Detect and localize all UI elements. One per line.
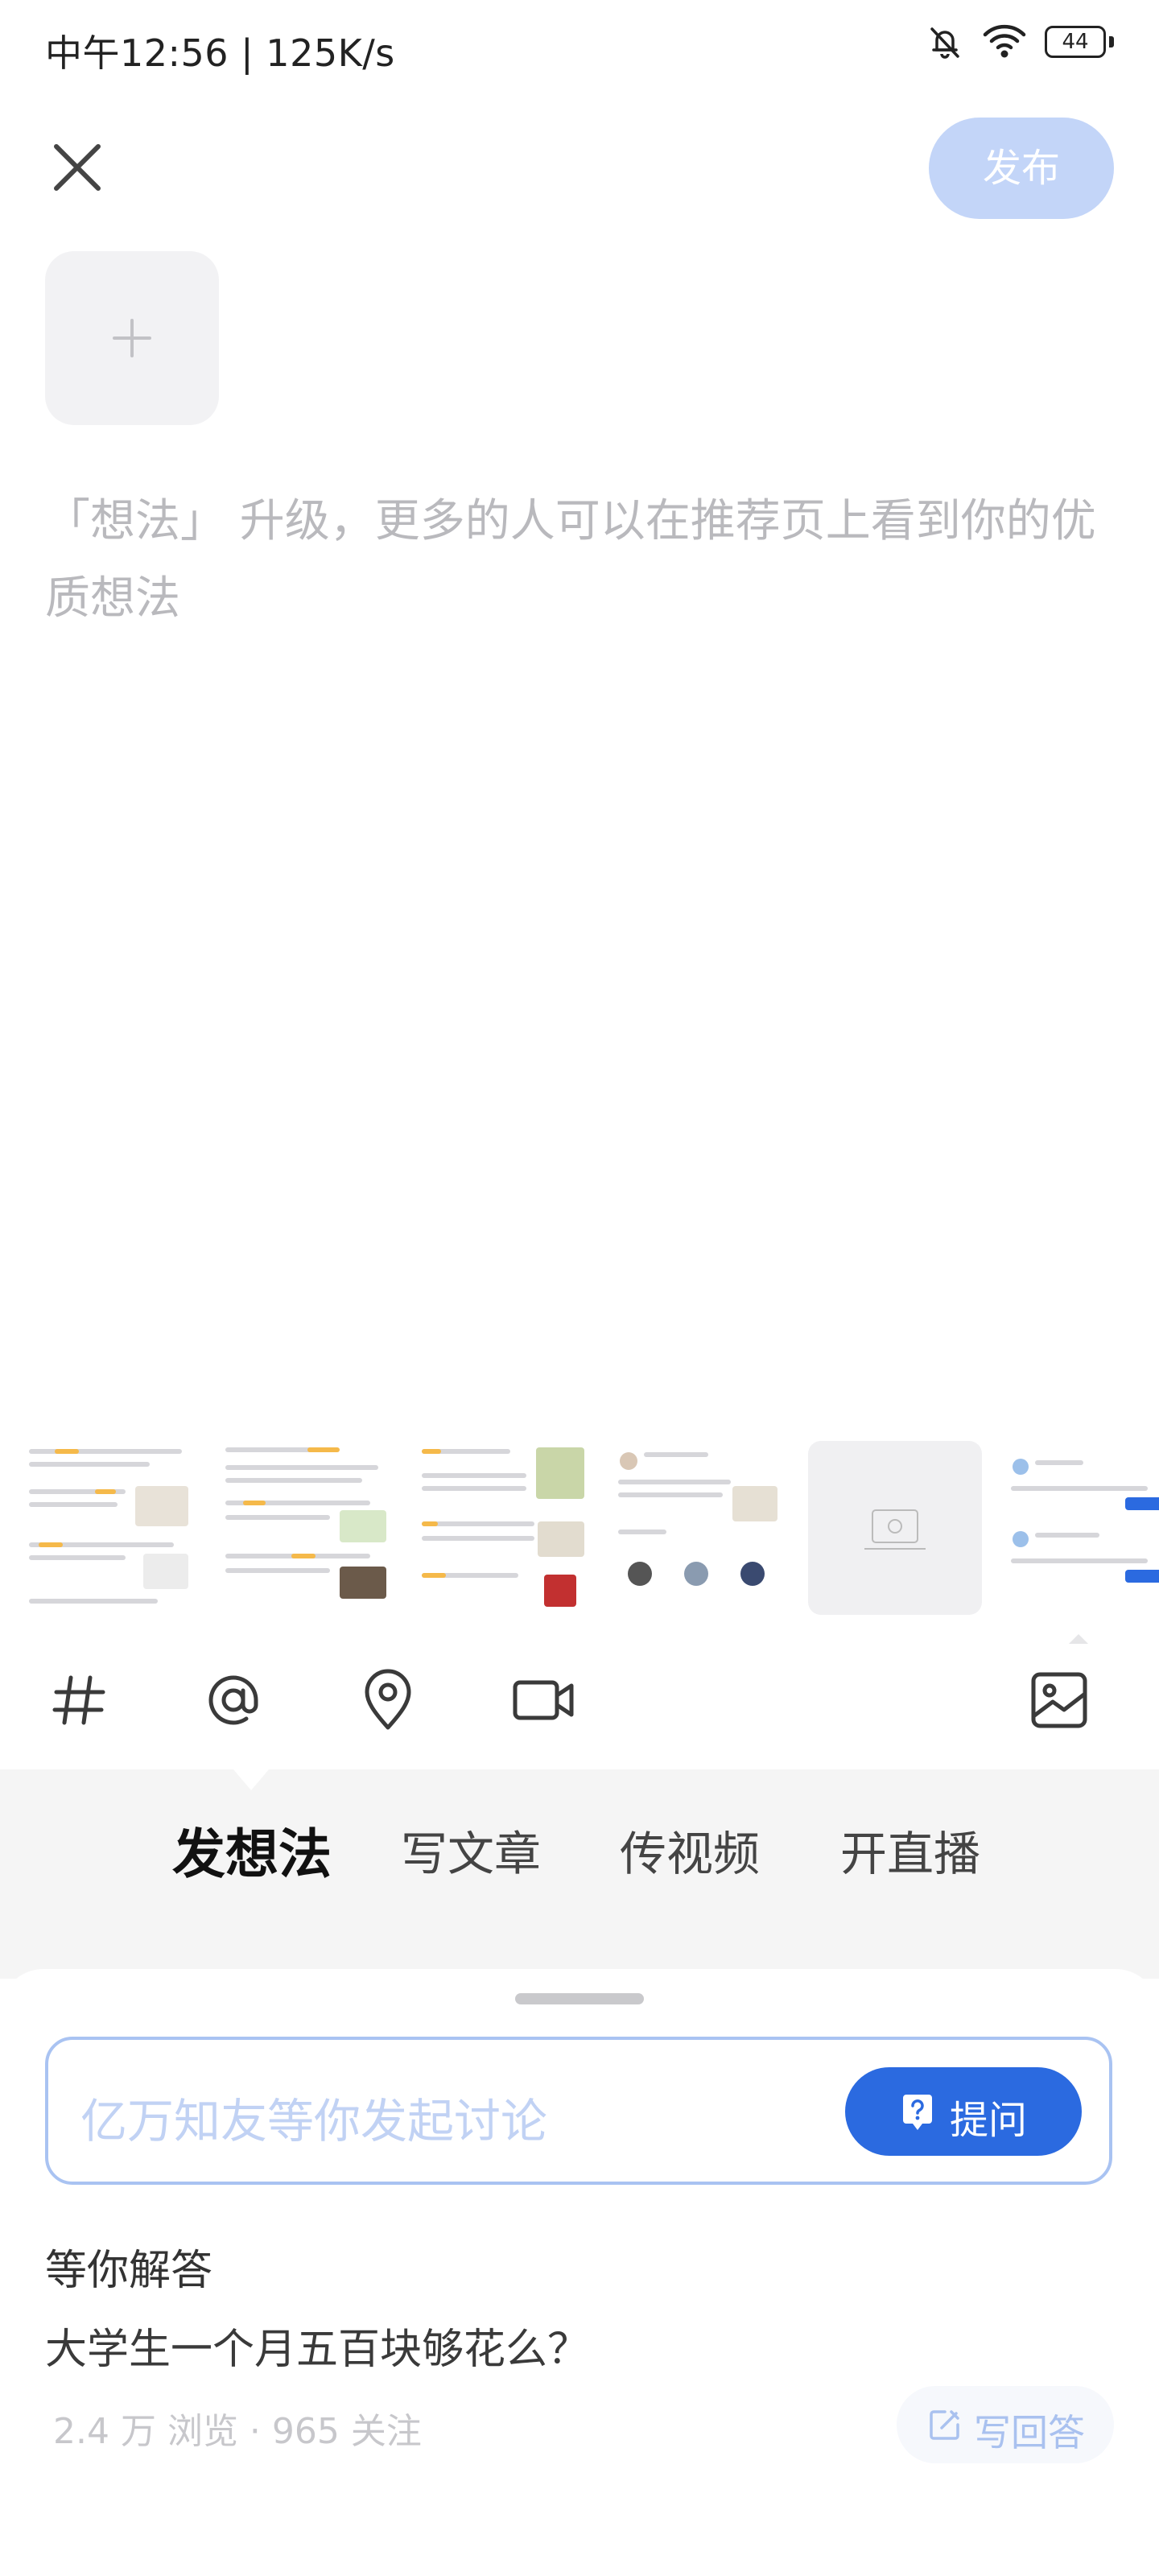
question-title[interactable]: 大学生一个月五百块够花么？ [45, 2315, 589, 2376]
edit-icon [930, 2410, 959, 2440]
write-answer-label: 写回答 [974, 2411, 1085, 2454]
tab-start-live[interactable]: 开直播 [840, 1816, 980, 1884]
recent-image-thumb[interactable] [415, 1441, 589, 1615]
recent-images-strip [0, 1441, 1159, 1626]
location-icon[interactable] [354, 1666, 422, 1734]
recent-image-thumb[interactable] [23, 1441, 196, 1615]
write-answer-button[interactable]: 写回答 [897, 2386, 1114, 2463]
hashtag-icon[interactable] [45, 1666, 113, 1734]
question-stats: 2.4 万 浏览 · 965 关注 [53, 2411, 422, 2452]
close-icon[interactable] [45, 135, 109, 200]
video-icon[interactable] [509, 1666, 576, 1734]
recent-image-thumb[interactable] [612, 1441, 786, 1615]
recent-image-thumb[interactable] [808, 1441, 982, 1615]
recent-image-thumb[interactable] [1004, 1441, 1159, 1615]
editor-toolbar [0, 1642, 1159, 1771]
status-time: 中午12:56 | 125K/s [45, 31, 395, 75]
section-title: 等你解答 [45, 2247, 213, 2295]
sheet-drag-handle[interactable] [515, 1993, 644, 2004]
ask-question-button[interactable]: 提问 [845, 2067, 1082, 2156]
recent-image-thumb[interactable] [219, 1441, 393, 1615]
tab-upload-video[interactable]: 传视频 [620, 1816, 760, 1884]
ask-question-label: 提问 [950, 2098, 1028, 2143]
mention-icon[interactable] [200, 1666, 267, 1734]
publish-button[interactable]: 发布 [929, 118, 1114, 219]
tab-post-idea[interactable]: 发想法 [172, 1811, 332, 1889]
image-icon[interactable] [1025, 1666, 1093, 1734]
question-icon [903, 2095, 932, 2130]
add-image-button[interactable] [45, 251, 219, 425]
status-icons: 44 [926, 23, 1114, 61]
battery-icon: 44 [1045, 26, 1114, 58]
post-content-input[interactable]: 「想法」 升级，更多的人可以在推荐页上看到你的优质想法 [45, 483, 1116, 638]
ask-input-placeholder[interactable]: 亿万知友等你发起讨论 [80, 2083, 547, 2151]
battery-level: 44 [1062, 30, 1089, 54]
wifi-icon [983, 24, 1026, 58]
status-bar: 中午12:56 | 125K/s 44 [0, 0, 1159, 105]
plus-icon [113, 319, 151, 357]
active-tab-pointer [224, 1758, 278, 1790]
tab-write-article[interactable]: 写文章 [401, 1816, 541, 1884]
mute-bell-icon [930, 27, 959, 59]
